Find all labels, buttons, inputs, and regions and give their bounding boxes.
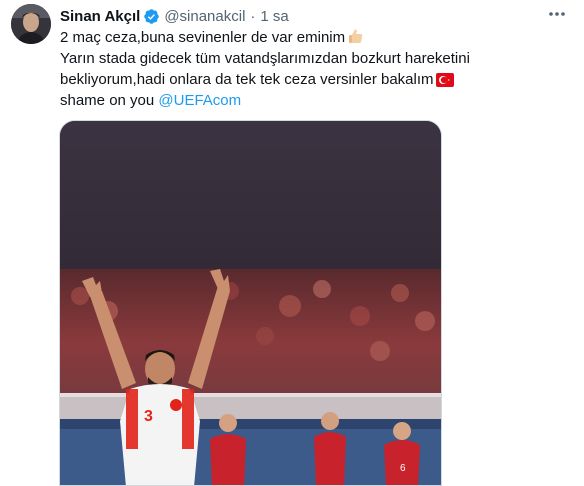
tweet-header: Sinan Akçıl @sinanakcil · 1 sa bbox=[60, 6, 289, 26]
thumbs-up-emoji bbox=[349, 29, 363, 43]
avatar-image bbox=[11, 4, 51, 44]
svg-text:6: 6 bbox=[400, 463, 406, 474]
avatar[interactable] bbox=[11, 4, 51, 44]
separator-dot: · bbox=[250, 7, 256, 25]
tweet-line-4: shame on you @UEFAcom bbox=[60, 92, 242, 109]
tweet-line-1: 2 maç ceza,buna sevinenler de var eminim bbox=[60, 27, 560, 48]
tweet-line-2: Yarın stada gidecek tüm vatandşlarımızda… bbox=[60, 50, 470, 67]
tweet-media-image[interactable]: 6 3 bbox=[59, 120, 442, 486]
verified-badge-icon bbox=[144, 8, 160, 24]
tweet-text: 2 maç ceza,buna sevinenler de var eminim… bbox=[60, 27, 560, 111]
jersey-number: 3 bbox=[144, 408, 153, 425]
author-handle[interactable]: @sinanakcil bbox=[164, 8, 245, 25]
mention-link[interactable]: @UEFAcom bbox=[158, 92, 241, 109]
turkey-flag-emoji bbox=[435, 73, 454, 87]
timestamp[interactable]: 1 sa bbox=[260, 8, 288, 25]
author-name[interactable]: Sinan Akçıl bbox=[60, 8, 140, 25]
tweet-line-3: bekliyorum,hadi onlara da tek tek ceza v… bbox=[60, 69, 560, 90]
more-options-icon[interactable] bbox=[544, 4, 570, 24]
